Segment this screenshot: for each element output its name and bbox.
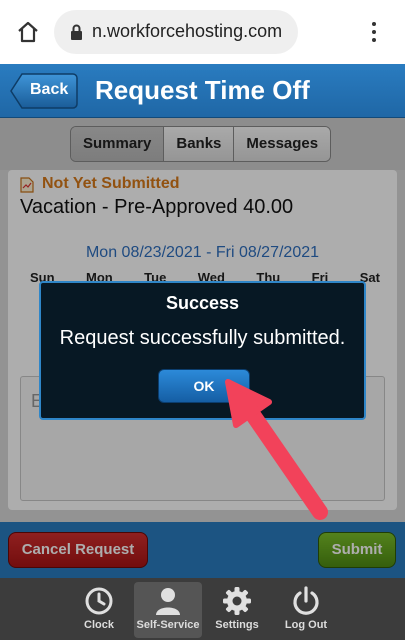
nav-item-clock[interactable]: Clock (65, 582, 133, 638)
power-icon (293, 586, 319, 615)
success-dialog: Success Request successfully submitted. … (39, 281, 366, 420)
gear-icon (223, 587, 251, 615)
back-button-label: Back (30, 81, 69, 98)
nav-label-clock: Clock (84, 619, 114, 631)
ok-button[interactable]: OK (158, 369, 250, 403)
kebab-menu-icon[interactable] (364, 20, 384, 44)
nav-item-self-service[interactable]: Self-Service (134, 582, 202, 638)
back-button[interactable]: Back (10, 73, 78, 109)
browser-toolbar: n.workforcehosting.com (0, 0, 405, 64)
url-text: n.workforcehosting.com (92, 21, 283, 41)
home-icon[interactable] (16, 20, 40, 44)
nav-label-self-service: Self-Service (136, 619, 200, 631)
nav-label-settings: Settings (215, 619, 259, 631)
dialog-message: Request successfully submitted. (59, 327, 346, 349)
person-icon (156, 588, 180, 615)
nav-item-log-out[interactable]: Log Out (272, 582, 340, 638)
bottom-navigation: Clock Self-Service Settings Log Out (0, 578, 405, 640)
nav-item-settings[interactable]: Settings (203, 582, 271, 638)
nav-label-log-out: Log Out (284, 619, 328, 631)
app-header: Back Request Time Off (0, 64, 405, 118)
lock-icon (71, 24, 82, 40)
page-title: Request Time Off (95, 75, 310, 105)
clock-icon (85, 587, 113, 615)
address-bar[interactable]: n.workforcehosting.com (54, 10, 298, 54)
dialog-title: Success (165, 293, 240, 313)
